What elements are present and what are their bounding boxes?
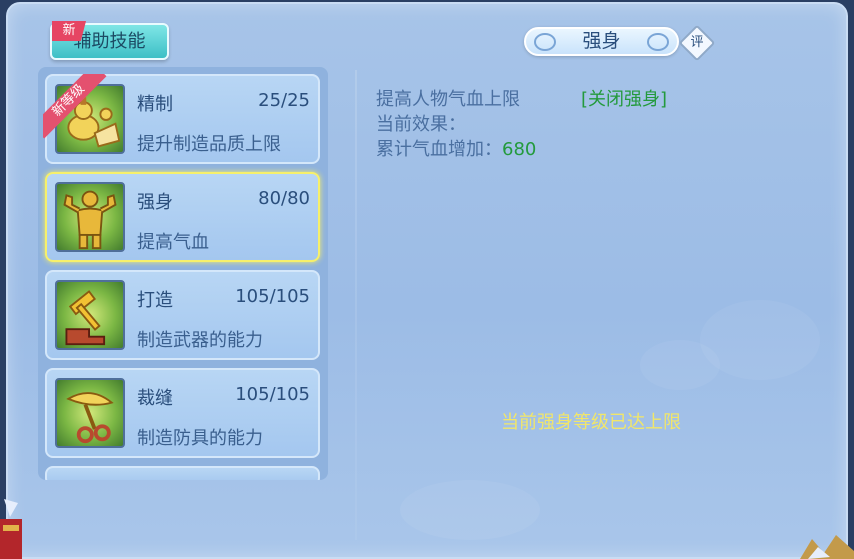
swirl-left-icon	[534, 33, 556, 51]
effect-description: 提高人物气血上限	[376, 89, 520, 110]
skill-name: 裁缝	[137, 388, 173, 409]
skill-name: 强身	[137, 192, 173, 213]
scissors-icon	[55, 378, 125, 448]
accumulated-hp: 累计气血增加：680	[376, 135, 536, 161]
skill-description: 制造武器的能力	[137, 330, 263, 351]
skill-level: 105/105	[235, 384, 310, 405]
skill-list[interactable]: 新等级 精制 25/25 提升制造品质上限 强身 80/80 提高气血 打造 1…	[38, 67, 328, 480]
cloud-decoration	[640, 340, 720, 390]
left-corner-ornament-icon	[0, 499, 22, 559]
accumulated-hp-label: 累计气血增加：	[376, 139, 502, 160]
skill-level: 105/105	[235, 286, 310, 307]
panel-divider	[355, 70, 357, 540]
right-corner-ornament-icon	[800, 535, 854, 559]
close-skill-link[interactable]: [关闭强身]	[581, 85, 667, 111]
skill-card-partial[interactable]	[45, 466, 320, 480]
skill-card-qiangshen[interactable]: 强身 80/80 提高气血	[45, 172, 320, 262]
max-level-note: 当前强身等级已达上限	[501, 412, 681, 433]
skill-card-caifeng[interactable]: 裁缝 105/105 制造防具的能力	[45, 368, 320, 458]
new-badge: 新	[52, 21, 86, 41]
skill-level: 80/80	[258, 188, 310, 209]
skill-title: 强身	[582, 30, 621, 52]
skill-title-plate: 强身	[524, 27, 679, 56]
skill-level: 25/25	[258, 90, 310, 111]
skill-description: 提高气血	[137, 232, 209, 253]
accumulated-hp-value: 680	[502, 139, 537, 160]
muscle-man-icon	[55, 182, 125, 252]
skill-name: 精制	[137, 94, 173, 115]
hammer-anvil-icon	[55, 280, 125, 350]
gourd-icon	[55, 84, 125, 154]
skill-description: 制造防具的能力	[137, 428, 263, 449]
skill-card-jingzhi[interactable]: 新等级 精制 25/25 提升制造品质上限	[43, 74, 320, 164]
swirl-right-icon	[647, 33, 669, 51]
skill-name: 打造	[137, 290, 173, 311]
skill-description: 提升制造品质上限	[137, 134, 281, 155]
skill-card-dazao[interactable]: 打造 105/105 制造武器的能力	[45, 270, 320, 360]
cloud-decoration	[400, 480, 540, 540]
current-effect-label: 当前效果：	[376, 114, 466, 135]
